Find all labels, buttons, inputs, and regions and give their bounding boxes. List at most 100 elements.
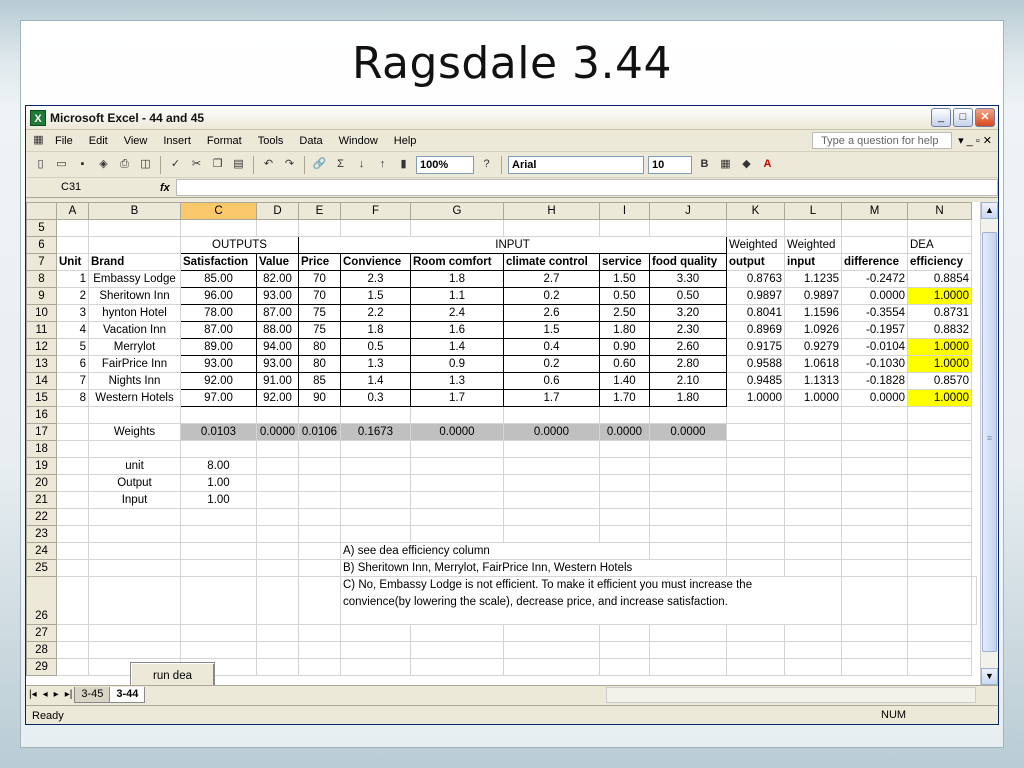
cell[interactable] (907, 440, 972, 458)
cell[interactable]: 1.8 (410, 270, 504, 288)
cell[interactable]: 0.0000 (841, 389, 908, 407)
fill-color-icon[interactable]: ◆ (738, 156, 755, 173)
header-cell[interactable]: Value (256, 253, 299, 271)
cell[interactable]: 80 (298, 355, 341, 373)
cell[interactable]: 1.5 (340, 287, 411, 305)
header-cell[interactable]: food quality (649, 253, 727, 271)
col-header-j[interactable]: J (649, 202, 727, 220)
cell[interactable] (88, 641, 181, 659)
cell[interactable] (256, 508, 299, 526)
cell[interactable] (256, 641, 299, 659)
cell[interactable] (56, 440, 89, 458)
row-header[interactable]: 6 (26, 236, 57, 254)
header-cell[interactable]: Convience (340, 253, 411, 271)
efficient-cell[interactable]: 1.0000 (907, 355, 972, 373)
maximize-button[interactable]: □ (953, 108, 973, 127)
cell[interactable] (56, 576, 89, 625)
cell[interactable] (599, 491, 650, 509)
cell[interactable]: 1.70 (599, 389, 650, 407)
close-button[interactable]: ✕ (975, 108, 995, 127)
cell[interactable]: 1.1596 (784, 304, 842, 322)
cell[interactable] (56, 406, 89, 424)
row-header[interactable]: 12 (26, 338, 57, 356)
cell[interactable]: 0.50 (599, 287, 650, 305)
cell[interactable] (841, 624, 908, 642)
cell[interactable] (56, 236, 89, 254)
cell[interactable] (649, 525, 727, 543)
input-label[interactable]: Input (88, 491, 181, 509)
cell[interactable] (907, 576, 972, 625)
row-header[interactable]: 20 (26, 474, 57, 492)
bold-icon[interactable]: B (696, 156, 713, 173)
header-cell[interactable]: difference (841, 253, 908, 271)
cell[interactable] (649, 457, 727, 475)
cell[interactable] (56, 219, 89, 237)
cell[interactable] (907, 474, 972, 492)
cell[interactable] (256, 440, 299, 458)
cell[interactable]: 2.2 (340, 304, 411, 322)
cell[interactable]: 87.00 (256, 304, 299, 322)
dea-header[interactable]: DEA (907, 236, 972, 254)
cell[interactable]: Western Hotels (88, 389, 181, 407)
select-all-corner[interactable] (26, 202, 57, 220)
col-header-k[interactable]: K (726, 202, 785, 220)
cell[interactable] (907, 219, 972, 237)
help-icon[interactable]: ? (478, 156, 495, 173)
row-header[interactable]: 29 (26, 658, 57, 676)
col-header-i[interactable]: I (599, 202, 650, 220)
cell[interactable] (256, 491, 299, 509)
cell[interactable] (784, 508, 842, 526)
cell[interactable] (649, 491, 727, 509)
cell[interactable] (784, 474, 842, 492)
menu-format[interactable]: Format (199, 135, 250, 147)
row-header[interactable]: 28 (26, 641, 57, 659)
cell[interactable] (180, 508, 257, 526)
row-header[interactable]: 13 (26, 355, 57, 373)
cell[interactable] (340, 525, 411, 543)
cell[interactable] (726, 525, 785, 543)
question-input[interactable]: Type a question for help (812, 132, 953, 149)
header-cell[interactable]: Room comfort (410, 253, 504, 271)
permission-icon[interactable]: ◈ (95, 156, 112, 173)
cell[interactable] (841, 508, 908, 526)
cell[interactable] (298, 474, 341, 492)
row-header[interactable]: 22 (26, 508, 57, 526)
cell[interactable] (841, 576, 908, 625)
cell[interactable] (180, 559, 257, 577)
cell[interactable]: 1.1 (410, 287, 504, 305)
cell[interactable]: 2.50 (599, 304, 650, 322)
cell[interactable]: 2.3 (340, 270, 411, 288)
cell[interactable] (503, 219, 600, 237)
tab-3-44[interactable]: 3-44 (109, 686, 146, 703)
weight-cell[interactable]: 0.0000 (410, 423, 504, 441)
cell[interactable] (907, 658, 972, 676)
cell[interactable] (56, 423, 89, 441)
cell[interactable]: 4 (56, 321, 89, 339)
unit-value[interactable]: 8.00 (180, 457, 257, 475)
cell[interactable] (340, 624, 411, 642)
cell[interactable] (503, 508, 600, 526)
cell[interactable] (410, 440, 504, 458)
header-cell[interactable]: Satisfaction (180, 253, 257, 271)
cell[interactable]: 1.1313 (784, 372, 842, 390)
col-header-f[interactable]: F (340, 202, 411, 220)
col-header-d[interactable]: D (256, 202, 299, 220)
cell[interactable] (256, 624, 299, 642)
cell[interactable]: 7 (56, 372, 89, 390)
cell[interactable] (784, 542, 842, 560)
cell[interactable]: 2 (56, 287, 89, 305)
minimize-button[interactable]: _ (931, 108, 951, 127)
cell[interactable]: 70 (298, 270, 341, 288)
cell[interactable] (180, 406, 257, 424)
col-header-n[interactable]: N (907, 202, 972, 220)
vertical-scrollbar[interactable]: ▲ ≡ ▼ (980, 202, 998, 685)
cell[interactable] (726, 624, 785, 642)
cell[interactable] (256, 457, 299, 475)
col-header-a[interactable]: A (56, 202, 89, 220)
cell[interactable] (649, 219, 727, 237)
row-header[interactable]: 9 (26, 287, 57, 305)
cell[interactable]: 0.50 (649, 287, 727, 305)
cell[interactable] (841, 525, 908, 543)
row-header[interactable]: 26 (26, 576, 57, 625)
cell[interactable]: 2.60 (649, 338, 727, 356)
